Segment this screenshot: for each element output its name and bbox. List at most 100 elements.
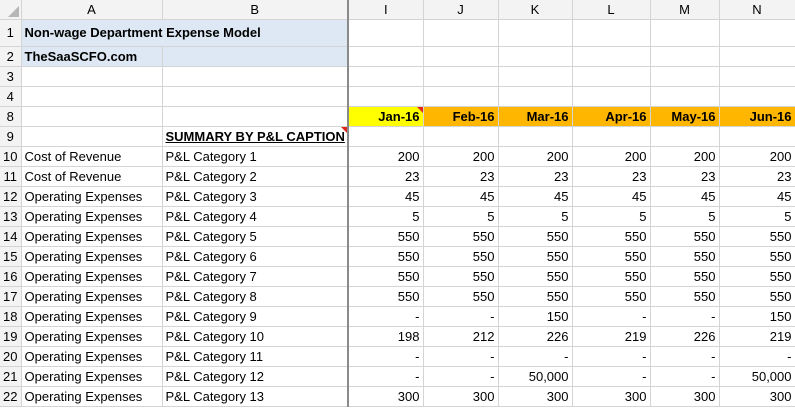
value-cell[interactable]: 550: [572, 226, 651, 247]
cell[interactable]: [719, 19, 795, 47]
cell[interactable]: [162, 66, 349, 87]
pl-category-cell[interactable]: P&L Category 5: [162, 226, 349, 247]
pl-category-cell[interactable]: P&L Category 13: [162, 386, 349, 407]
value-cell[interactable]: 550: [423, 286, 499, 307]
row-header[interactable]: 4: [0, 86, 22, 107]
cell[interactable]: [21, 126, 163, 147]
value-cell[interactable]: 550: [348, 286, 424, 307]
cell[interactable]: [348, 19, 424, 47]
value-cell[interactable]: -: [423, 346, 499, 367]
value-cell[interactable]: 5: [423, 206, 499, 227]
value-cell[interactable]: -: [650, 346, 720, 367]
value-cell[interactable]: 550: [498, 286, 573, 307]
month-header-cell[interactable]: Mar-16: [498, 106, 573, 127]
cell[interactable]: [572, 86, 651, 107]
cell[interactable]: [162, 46, 349, 67]
cell[interactable]: [572, 126, 651, 147]
row-header[interactable]: 13: [0, 206, 22, 227]
value-cell[interactable]: 23: [423, 166, 499, 187]
cell[interactable]: [650, 46, 720, 67]
month-header-cell[interactable]: Feb-16: [423, 106, 499, 127]
value-cell[interactable]: 300: [348, 386, 424, 407]
pl-category-cell[interactable]: P&L Category 1: [162, 146, 349, 167]
value-cell[interactable]: 200: [423, 146, 499, 167]
value-cell[interactable]: 200: [719, 146, 795, 167]
value-cell[interactable]: 550: [719, 266, 795, 287]
cell[interactable]: [21, 106, 163, 127]
expense-type-cell[interactable]: Operating Expenses: [21, 386, 163, 407]
expense-type-cell[interactable]: Operating Expenses: [21, 186, 163, 207]
cell[interactable]: [719, 46, 795, 67]
column-header-k[interactable]: K: [498, 0, 573, 20]
value-cell[interactable]: 550: [348, 266, 424, 287]
value-cell[interactable]: -: [348, 346, 424, 367]
value-cell[interactable]: 550: [650, 226, 720, 247]
expense-type-cell[interactable]: Operating Expenses: [21, 226, 163, 247]
value-cell[interactable]: 550: [498, 226, 573, 247]
value-cell[interactable]: 219: [719, 326, 795, 347]
value-cell[interactable]: 200: [572, 146, 651, 167]
row-header[interactable]: 10: [0, 146, 22, 167]
row-header[interactable]: 2: [0, 46, 22, 67]
value-cell[interactable]: -: [348, 366, 424, 387]
expense-type-cell[interactable]: Operating Expenses: [21, 326, 163, 347]
cell[interactable]: [162, 106, 349, 127]
value-cell[interactable]: 50,000: [719, 366, 795, 387]
cell[interactable]: [650, 86, 720, 107]
row-header[interactable]: 16: [0, 266, 22, 287]
pl-category-cell[interactable]: P&L Category 12: [162, 366, 349, 387]
cell[interactable]: [498, 86, 573, 107]
value-cell[interactable]: 23: [719, 166, 795, 187]
row-header[interactable]: 11: [0, 166, 22, 187]
cell[interactable]: [498, 66, 573, 87]
cell[interactable]: [719, 66, 795, 87]
cell[interactable]: [423, 46, 499, 67]
value-cell[interactable]: 150: [719, 306, 795, 327]
cell[interactable]: [348, 66, 424, 87]
value-cell[interactable]: 212: [423, 326, 499, 347]
cell[interactable]: [650, 66, 720, 87]
expense-type-cell[interactable]: Cost of Revenue: [21, 166, 163, 187]
cell[interactable]: [498, 46, 573, 67]
value-cell[interactable]: 150: [498, 306, 573, 327]
value-cell[interactable]: 550: [572, 286, 651, 307]
select-all-corner[interactable]: [0, 0, 22, 20]
column-header-j[interactable]: J: [423, 0, 499, 20]
row-header[interactable]: 9: [0, 126, 22, 147]
pl-category-cell[interactable]: P&L Category 10: [162, 326, 349, 347]
value-cell[interactable]: -: [719, 346, 795, 367]
value-cell[interactable]: 45: [719, 186, 795, 207]
expense-type-cell[interactable]: Operating Expenses: [21, 346, 163, 367]
value-cell[interactable]: -: [498, 346, 573, 367]
cell[interactable]: [162, 86, 349, 107]
cell[interactable]: [572, 19, 651, 47]
row-header[interactable]: 3: [0, 66, 22, 87]
value-cell[interactable]: 300: [572, 386, 651, 407]
value-cell[interactable]: 300: [719, 386, 795, 407]
row-header[interactable]: 21: [0, 366, 22, 387]
expense-type-cell[interactable]: Operating Expenses: [21, 306, 163, 327]
value-cell[interactable]: 5: [650, 206, 720, 227]
cell[interactable]: [650, 19, 720, 47]
value-cell[interactable]: 550: [498, 246, 573, 267]
column-header-n[interactable]: N: [719, 0, 795, 20]
value-cell[interactable]: 23: [650, 166, 720, 187]
summary-caption-cell[interactable]: SUMMARY BY P&L CAPTION: [162, 126, 349, 147]
pl-category-cell[interactable]: P&L Category 8: [162, 286, 349, 307]
value-cell[interactable]: -: [348, 306, 424, 327]
value-cell[interactable]: 550: [572, 246, 651, 267]
cell[interactable]: [423, 126, 499, 147]
cell[interactable]: [719, 86, 795, 107]
row-header[interactable]: 17: [0, 286, 22, 307]
cell[interactable]: [572, 66, 651, 87]
expense-type-cell[interactable]: Operating Expenses: [21, 366, 163, 387]
site-name-cell[interactable]: TheSaaSCFO.com: [21, 46, 163, 67]
pl-category-cell[interactable]: P&L Category 2: [162, 166, 349, 187]
row-header[interactable]: 22: [0, 386, 22, 407]
value-cell[interactable]: 23: [572, 166, 651, 187]
value-cell[interactable]: 5: [572, 206, 651, 227]
value-cell[interactable]: 550: [650, 246, 720, 267]
cell[interactable]: [348, 46, 424, 67]
value-cell[interactable]: 550: [423, 246, 499, 267]
value-cell[interactable]: 200: [498, 146, 573, 167]
